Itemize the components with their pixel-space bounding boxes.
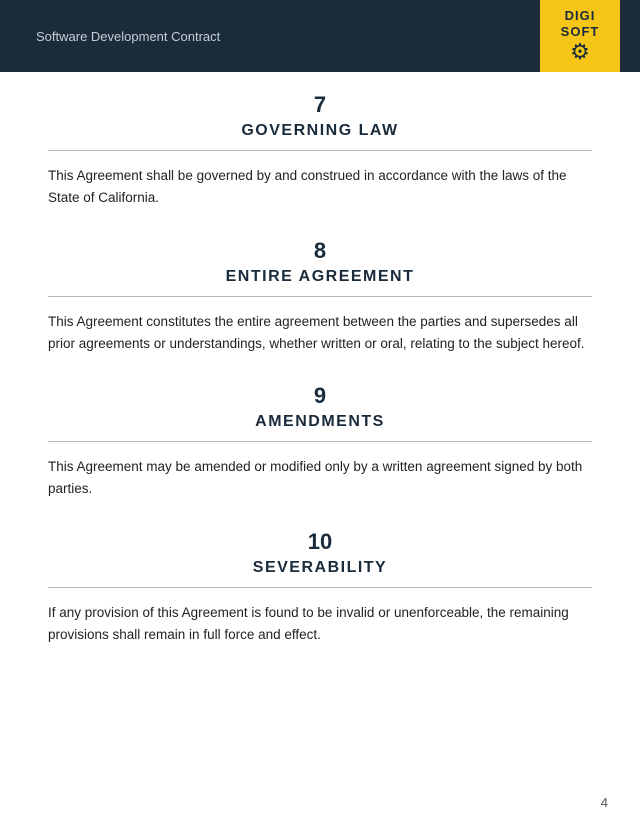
sections-container: 7 GOVERNING LAW This Agreement shall be go… bbox=[48, 92, 592, 646]
page: Software Development Contract DIGI SOFT … bbox=[0, 0, 640, 828]
logo-icon: ⚙ bbox=[570, 41, 590, 63]
section-title: GOVERNING LAW bbox=[48, 122, 592, 140]
section: 8 ENTIRE AGREEMENT This Agreement constitu… bbox=[48, 238, 592, 356]
section-number: 8 bbox=[48, 238, 592, 264]
section-number: 9 bbox=[48, 383, 592, 409]
content-area: 7 GOVERNING LAW This Agreement shall be go… bbox=[0, 72, 640, 714]
logo-area: DIGI SOFT ⚙ bbox=[540, 0, 620, 72]
section: 9 AMENDMENTS This Agreement may be amended… bbox=[48, 383, 592, 501]
page-number: 4 bbox=[601, 795, 608, 810]
section-title: SEVERABILITY bbox=[48, 559, 592, 577]
section-divider bbox=[48, 296, 592, 297]
section-number: 10 bbox=[48, 529, 592, 555]
section-number: 7 bbox=[48, 92, 592, 118]
section-divider bbox=[48, 441, 592, 442]
section-title: AMENDMENTS bbox=[48, 413, 592, 431]
header: Software Development Contract DIGI SOFT … bbox=[0, 0, 640, 72]
section: 7 GOVERNING LAW This Agreement shall be go… bbox=[48, 92, 592, 210]
section-body: This Agreement may be amended or modifie… bbox=[48, 456, 592, 501]
document-title: Software Development Contract bbox=[36, 29, 220, 44]
section-body: If any provision of this Agreement is fo… bbox=[48, 602, 592, 647]
section-divider bbox=[48, 587, 592, 588]
logo-box: DIGI SOFT ⚙ bbox=[540, 0, 620, 72]
logo-text-line2: SOFT bbox=[561, 25, 600, 39]
logo-text-line1: DIGI bbox=[565, 9, 596, 23]
section-body: This Agreement constitutes the entire ag… bbox=[48, 311, 592, 356]
section-title: ENTIRE AGREEMENT bbox=[48, 268, 592, 286]
section: 10 SEVERABILITY If any provision of this A… bbox=[48, 529, 592, 647]
section-body: This Agreement shall be governed by and … bbox=[48, 165, 592, 210]
section-divider bbox=[48, 150, 592, 151]
